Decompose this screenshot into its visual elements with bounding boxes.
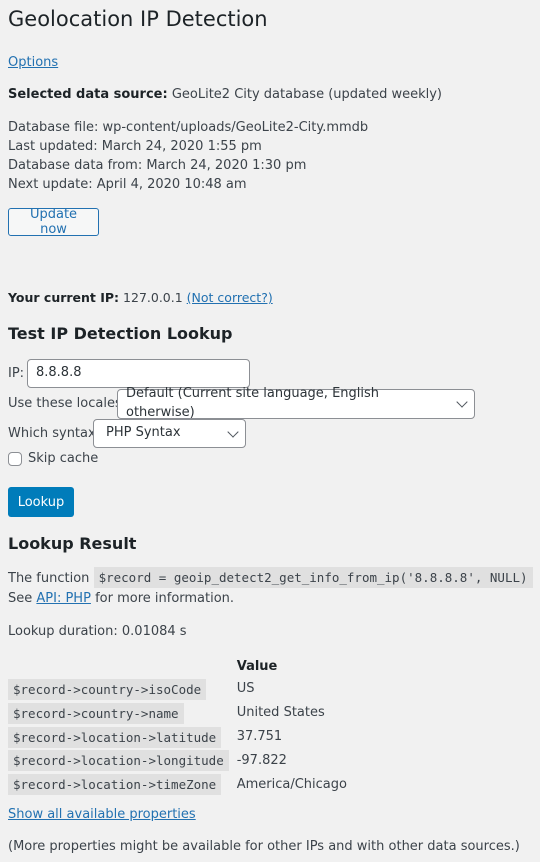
function-code: $record = geoip_detect2_get_info_from_ip… [93, 567, 533, 588]
database-data-from: Database data from: March 24, 2020 1:30 … [8, 158, 307, 173]
options-link[interactable]: Options [8, 54, 58, 73]
footnote: (More properties might be available for … [8, 839, 520, 854]
property-value: -97.822 [236, 752, 287, 768]
lookup-button[interactable]: Lookup [8, 487, 74, 517]
table-row: $record->location->longitude -97.822 [8, 750, 347, 772]
last-updated: Last updated: March 24, 2020 1:55 pm [8, 139, 262, 154]
property-value: United States [236, 705, 325, 721]
locales-selected-value: Default (Current site language, English … [126, 386, 380, 420]
table-row: $record->location->timeZone America/Chic… [8, 774, 347, 796]
see-api-line: See API: PHP for more information. [8, 590, 234, 609]
table-row: $record->location->latitude 37.751 [8, 726, 347, 749]
data-source-value: GeoLite2 City database (updated weekly) [171, 87, 443, 102]
api-php-link[interactable]: API: PHP [36, 591, 91, 606]
property-key: $record->country->name [8, 702, 184, 724]
next-update: Next update: April 4, 2020 10:48 am [8, 177, 247, 192]
lookup-duration: Lookup duration: 0.01084 s [8, 624, 187, 639]
show-all-properties-link[interactable]: Show all available properties [8, 806, 196, 825]
table-row: $record->country->isoCode US [8, 678, 347, 701]
result-table: Value $record->country->isoCode US $reco… [4, 656, 351, 798]
locales-select[interactable]: Default (Current site language, English … [117, 386, 475, 420]
current-ip-line: Your current IP: 127.0.0.1 (Not correct?… [8, 289, 273, 307]
lookup-result-heading: Lookup Result [8, 534, 137, 553]
chevron-down-icon [227, 425, 239, 438]
syntax-selected-value: PHP Syntax [106, 425, 181, 441]
locales-label: Use these locales: [8, 396, 127, 411]
current-ip-label: Your current IP: [8, 290, 120, 305]
value-header: Value [236, 659, 278, 674]
property-value: US [236, 681, 255, 697]
ip-input[interactable]: 8.8.8.8 [27, 359, 250, 388]
page-title: Geolocation IP Detection [8, 7, 268, 31]
property-key: $record->location->timeZone [8, 774, 222, 796]
result-table-header: Value [8, 658, 347, 677]
ip-input-value: 8.8.8.8 [36, 365, 82, 381]
key-header [8, 658, 229, 677]
skip-cache-label[interactable]: Skip cache [28, 450, 98, 469]
not-correct-link[interactable]: (Not correct?) [187, 290, 273, 305]
property-key: $record->location->latitude [8, 726, 222, 748]
ip-label: IP: [8, 366, 25, 381]
skip-cache-checkbox[interactable] [8, 452, 22, 466]
syntax-select[interactable]: PHP Syntax [93, 419, 246, 448]
property-value: 37.751 [236, 729, 283, 745]
table-row: $record->country->name United States [8, 702, 347, 725]
function-line: The function $record = geoip_detect2_get… [8, 567, 533, 589]
property-value: America/Chicago [236, 776, 347, 792]
test-lookup-heading: Test IP Detection Lookup [8, 324, 233, 343]
current-ip-value: 127.0.0.1 [123, 290, 183, 305]
property-key: $record->location->longitude [8, 750, 229, 772]
function-prefix: The function [8, 571, 90, 586]
property-key: $record->country->isoCode [8, 678, 207, 700]
database-file: Database file: wp-content/uploads/GeoLit… [8, 120, 369, 135]
see-suffix: for more information. [95, 591, 235, 606]
chevron-down-icon [456, 396, 468, 408]
syntax-label: Which syntax: [8, 426, 101, 441]
data-source-line: Selected data source: GeoLite2 City data… [8, 86, 442, 105]
see-prefix: See [8, 591, 33, 606]
update-now-button[interactable]: Update now [8, 207, 99, 237]
data-source-label: Selected data source: [8, 87, 168, 102]
